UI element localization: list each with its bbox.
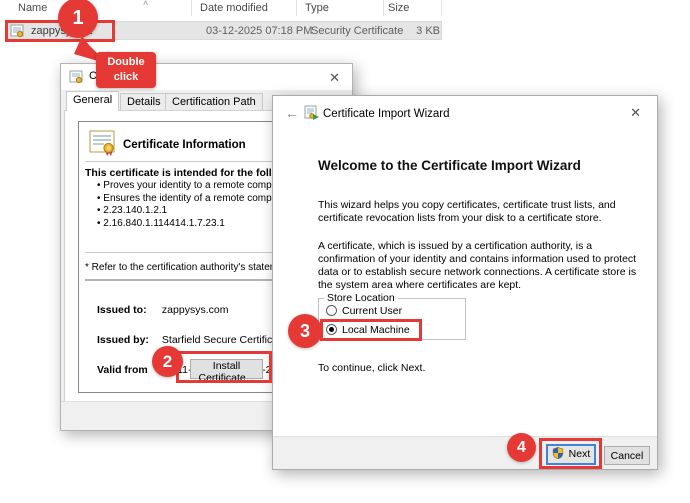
issued-by-label: Issued by:: [97, 334, 159, 346]
purpose-item: 2.16.840.1.114414.1.7.23.1: [97, 218, 289, 231]
current-user-radio[interactable]: [326, 305, 337, 316]
step-3-highlight-box: [320, 319, 422, 341]
file-date-modified: 03-12-2025 07:18 PM: [206, 25, 312, 37]
tab-details[interactable]: Details: [120, 93, 168, 111]
certificate-import-wizard-dialog: ✕ ← Certificate Import Wizard Welcome to…: [272, 95, 658, 470]
double-click-line2: click: [96, 70, 156, 85]
sort-ascending-icon[interactable]: ˄: [143, 0, 148, 8]
tab-general[interactable]: General: [66, 91, 119, 111]
issued-to-value: zappysys.com: [162, 304, 229, 316]
column-type[interactable]: Type: [305, 2, 329, 14]
close-icon[interactable]: ✕: [329, 71, 340, 84]
column-divider: [296, 0, 297, 16]
current-user-label: Current User: [342, 305, 402, 317]
column-divider: [191, 0, 192, 16]
continue-instruction: To continue, click Next.: [318, 362, 425, 374]
column-name[interactable]: Name: [18, 2, 47, 14]
purpose-item: 2.23.140.1.2.1: [97, 205, 289, 218]
radio-row-current-user[interactable]: Current User: [326, 305, 402, 319]
cancel-button[interactable]: Cancel: [604, 446, 650, 465]
back-arrow-icon[interactable]: ←: [285, 105, 299, 121]
double-click-line1: Double: [96, 55, 156, 70]
column-date-modified[interactable]: Date modified: [200, 2, 268, 14]
step-2-highlight-box: [176, 351, 272, 383]
certificate-seal-icon: [89, 130, 116, 162]
step-2-badge: 2: [152, 346, 183, 377]
wizard-welcome-heading: Welcome to the Certificate Import Wizard: [318, 158, 581, 173]
step-3-badge: 3: [288, 314, 322, 348]
purpose-item: Ensures the identity of a remote compute…: [97, 193, 289, 206]
intended-purposes-list: Proves your identity to a remote compute…: [97, 180, 289, 230]
column-divider: [383, 0, 384, 16]
wizard-certificate-icon: [304, 105, 320, 126]
wizard-paragraph-1: This wizard helps you copy certificates,…: [318, 199, 652, 225]
file-type: Security Certificate: [311, 25, 403, 37]
step-4-highlight-box: [539, 438, 602, 469]
issued-to-label: Issued to:: [97, 304, 159, 316]
issued-to-row: Issued to: zappysys.com: [97, 304, 228, 316]
close-icon[interactable]: ✕: [630, 106, 641, 119]
screenshot-stage: Name ˄ Date modified Type Size zappysys.…: [0, 0, 690, 503]
certificate-window-icon: [69, 70, 83, 89]
column-size[interactable]: Size: [388, 2, 409, 14]
wizard-title: Certificate Import Wizard: [323, 108, 450, 120]
tab-certification-path[interactable]: Certification Path: [165, 93, 263, 111]
store-location-label: Store Location: [324, 292, 398, 304]
valid-from-label: Valid from: [97, 364, 159, 376]
double-click-callout: Double click: [96, 52, 156, 88]
step-4-badge: 4: [507, 433, 536, 462]
wizard-paragraph-2: A certificate, which is issued by a cert…: [318, 240, 652, 292]
column-divider: [441, 0, 442, 16]
certificate-information-heading: Certificate Information: [123, 139, 246, 151]
file-size: 3 KB: [414, 25, 440, 37]
purpose-item: Proves your identity to a remote compute…: [97, 180, 289, 193]
